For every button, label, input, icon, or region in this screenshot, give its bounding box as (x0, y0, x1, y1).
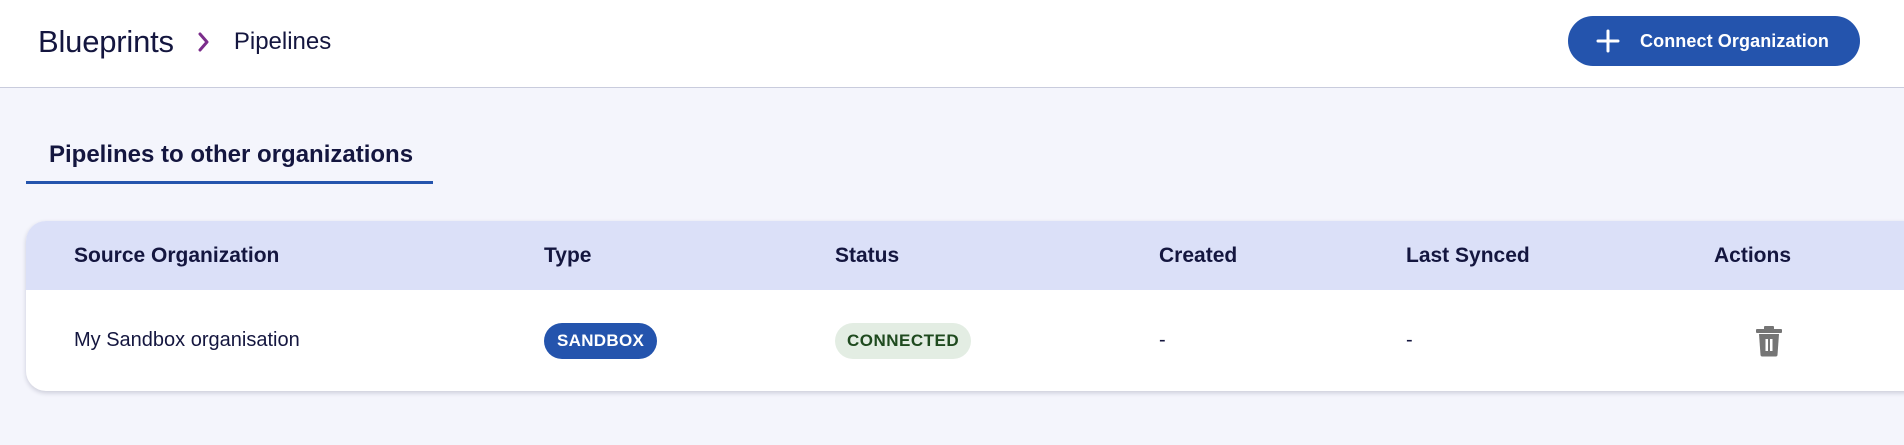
column-header-status: Status (835, 243, 900, 267)
column-header-source-organization: Source Organization (74, 243, 280, 267)
type-badge: SANDBOX (544, 322, 658, 359)
cell-source-organization: My Sandbox organisation (74, 329, 300, 351)
status-badge: CONNECTED (835, 322, 972, 359)
connect-organization-button[interactable]: Connect Organization (1568, 16, 1860, 66)
cell-last-synced: - (1406, 329, 1413, 351)
tab-pipelines-to-other-organizations[interactable]: Pipelines to other organizations (26, 118, 433, 184)
pipelines-table: Source Organization Type Status Created … (26, 221, 1904, 391)
top-bar: Blueprints Pipelines Connect Organizatio… (0, 0, 1904, 88)
column-header-last-synced: Last Synced (1406, 243, 1530, 267)
table-header-row: Source Organization Type Status Created … (26, 221, 1904, 290)
breadcrumb-current: Pipelines (233, 28, 332, 55)
plus-icon (1596, 29, 1620, 53)
column-header-actions: Actions (1714, 243, 1792, 267)
tab-label: Pipelines to other organizations (49, 141, 414, 168)
trash-icon[interactable] (1755, 325, 1783, 357)
cell-type: SANDBOX (544, 290, 658, 391)
column-header-created: Created (1159, 243, 1238, 267)
column-header-type: Type (544, 243, 592, 267)
cell-created: - (1159, 329, 1166, 351)
chevron-right-icon (198, 32, 210, 52)
breadcrumb-root[interactable]: Blueprints (38, 24, 174, 60)
cell-status: CONNECTED (835, 290, 972, 391)
connect-organization-label: Connect Organization (1640, 30, 1830, 51)
breadcrumb: Blueprints Pipelines (38, 0, 331, 84)
cell-actions (1714, 290, 1783, 391)
